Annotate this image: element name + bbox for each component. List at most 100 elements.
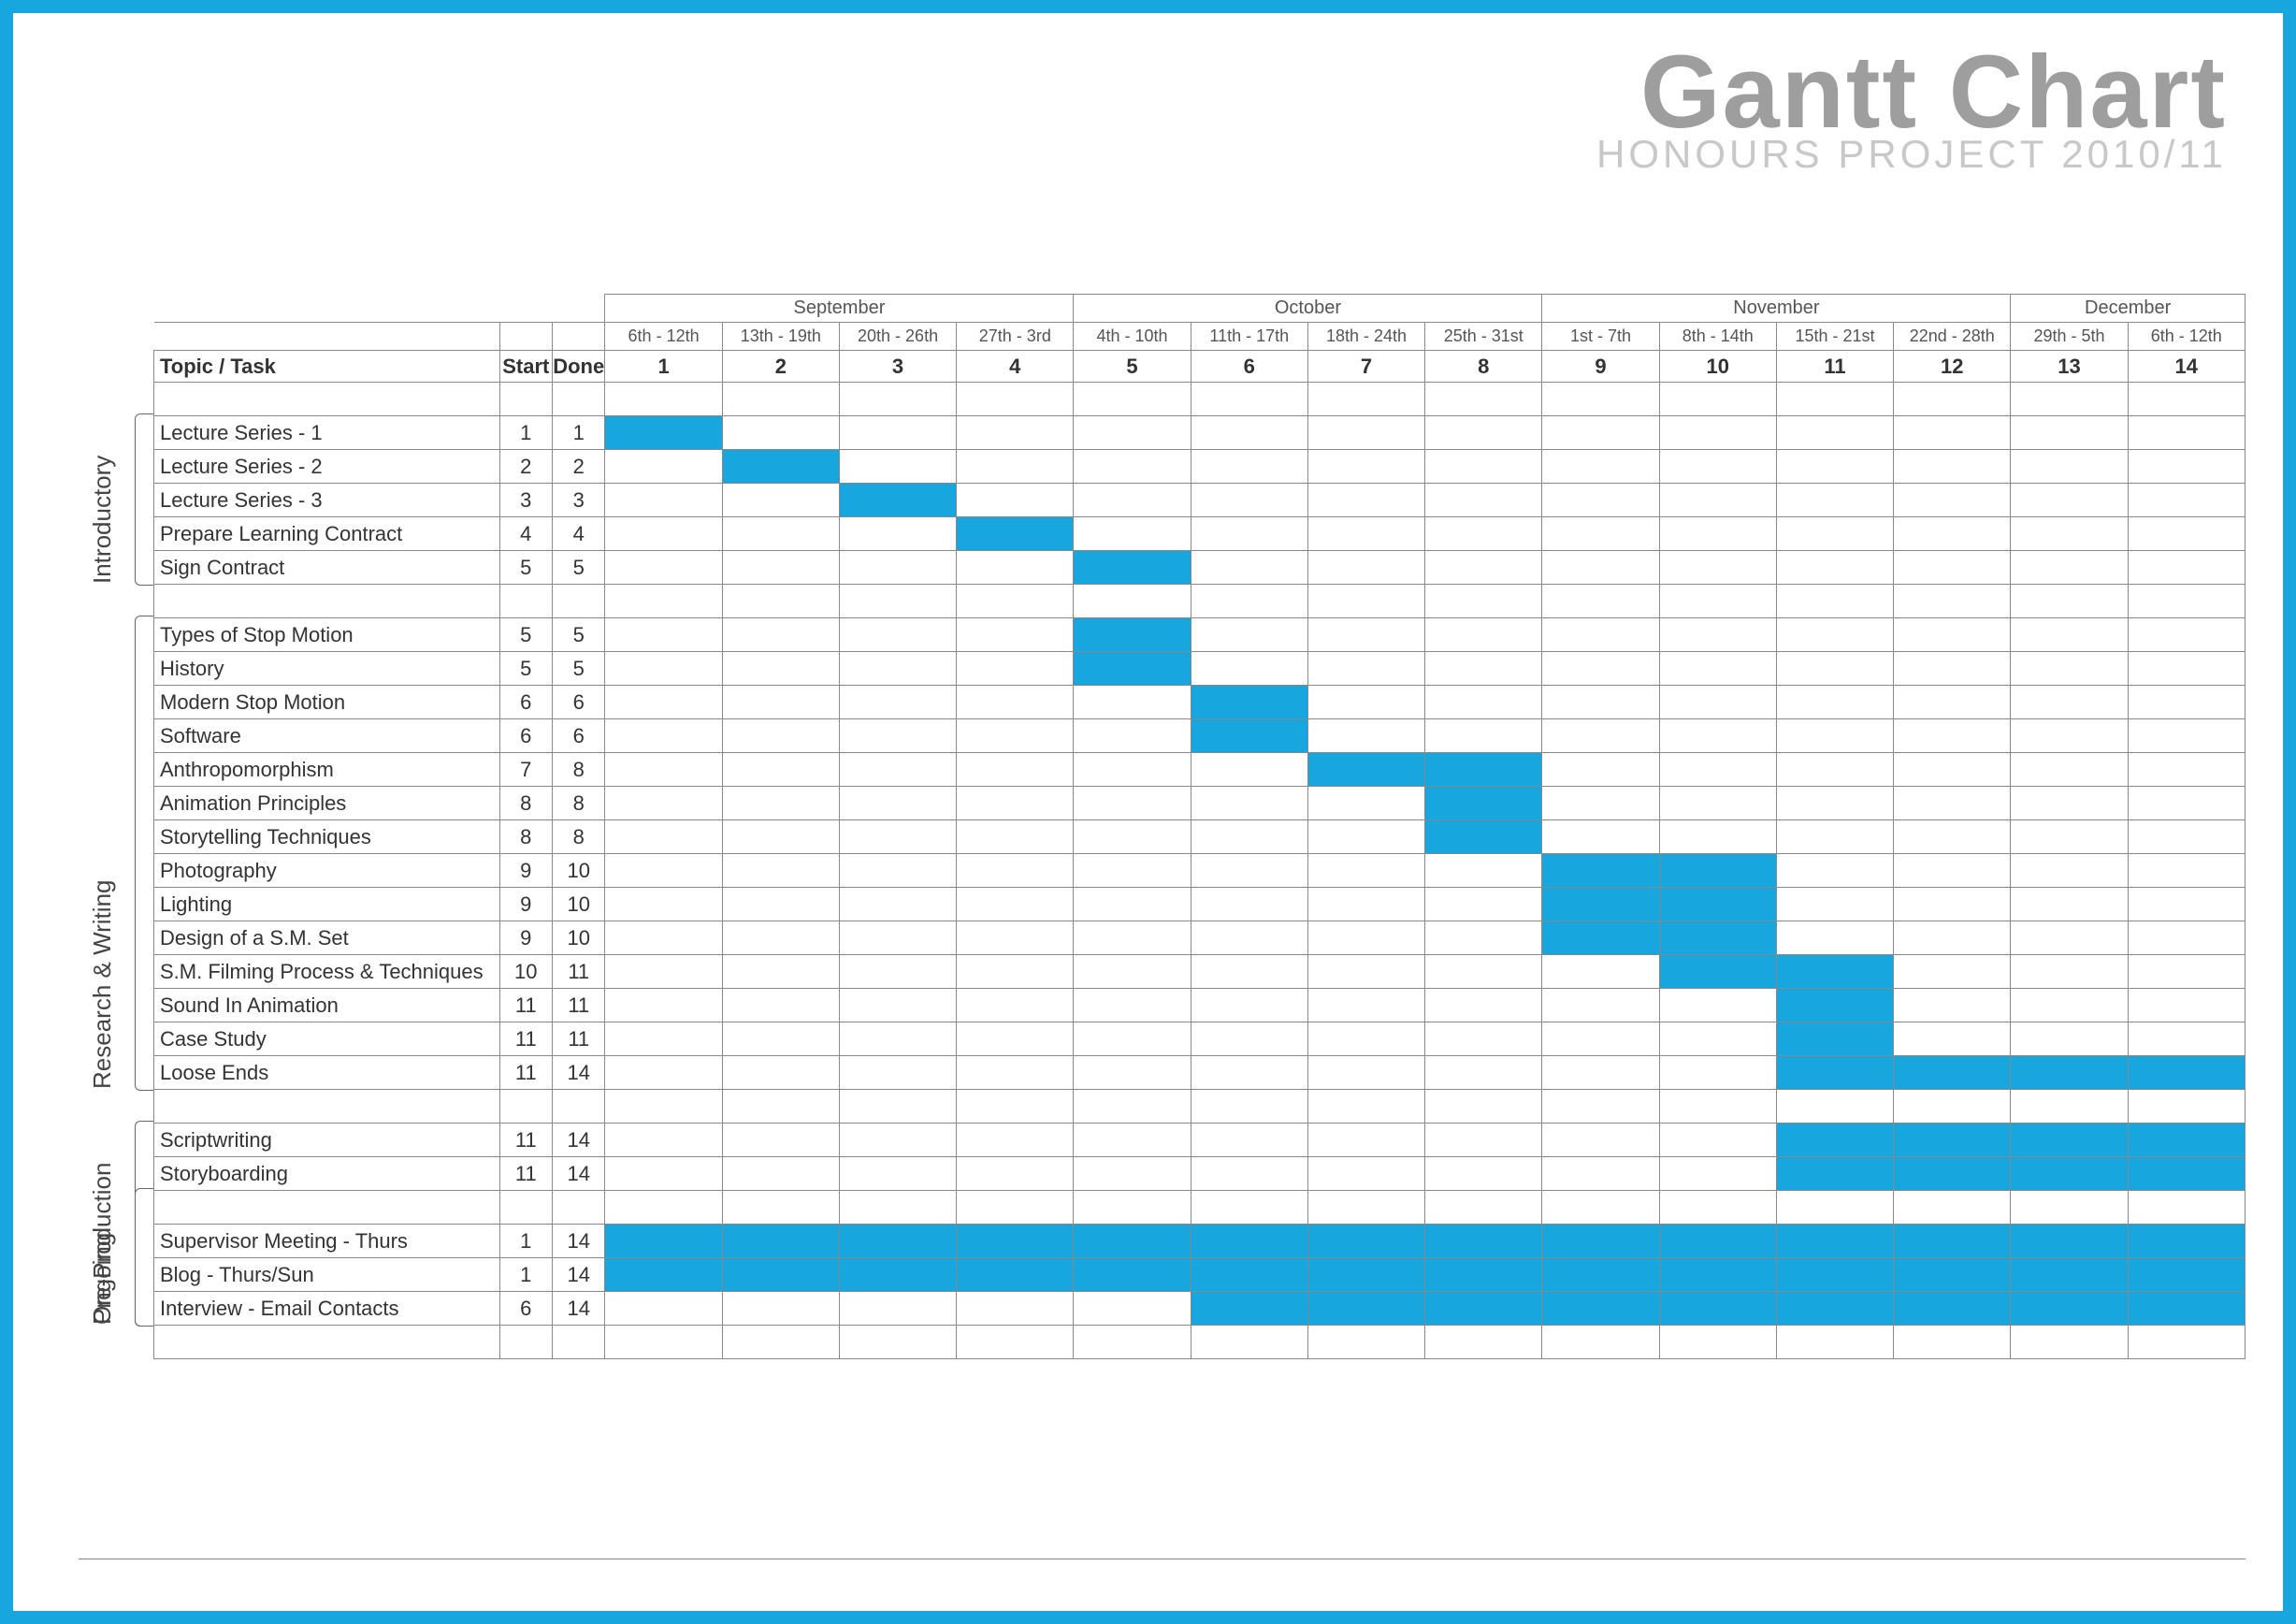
- cell: [957, 383, 1074, 416]
- cell: [1894, 618, 2011, 652]
- cell: [1894, 1191, 2011, 1225]
- cell: [1894, 484, 2011, 517]
- gantt-bar: [1659, 1225, 1776, 1258]
- task-done: 1: [553, 416, 605, 450]
- gantt-bar: [1191, 686, 1307, 719]
- cell: [957, 1326, 1074, 1359]
- cell: [1307, 686, 1424, 719]
- cell: [839, 1090, 956, 1124]
- week-range: 29th - 5th: [2011, 323, 2128, 351]
- cell: [1191, 921, 1307, 955]
- cell: [1425, 854, 1542, 888]
- gantt-bar: [957, 1258, 1074, 1292]
- cell: [957, 618, 1074, 652]
- week-range: 15th - 21st: [1776, 323, 1893, 351]
- cell: [722, 484, 839, 517]
- spacer: [499, 1191, 552, 1225]
- cell: [722, 585, 839, 618]
- cell: [957, 1292, 1074, 1326]
- cell: [1425, 450, 1542, 484]
- cell: [1894, 787, 2011, 820]
- cell: [1776, 383, 1893, 416]
- cell: [1894, 585, 2011, 618]
- cell: [839, 1124, 956, 1157]
- cell: [2128, 753, 2245, 787]
- task-start: 4: [499, 517, 552, 551]
- cell: [839, 888, 956, 921]
- gantt-bar: [839, 1258, 956, 1292]
- cell: [1894, 888, 2011, 921]
- task-name: S.M. Filming Process & Techniques: [154, 955, 500, 989]
- cell: [1074, 517, 1191, 551]
- task-done: 8: [553, 753, 605, 787]
- cell: [1425, 719, 1542, 753]
- cell: [605, 921, 722, 955]
- task-done: 14: [553, 1258, 605, 1292]
- cell: [1776, 1191, 1893, 1225]
- cell: [2011, 888, 2128, 921]
- spacer: [154, 585, 500, 618]
- cell: [1425, 1157, 1542, 1191]
- cell: [605, 989, 722, 1022]
- cell: [1542, 820, 1659, 854]
- cell: [1542, 585, 1659, 618]
- cell: [2128, 416, 2245, 450]
- task-done: 10: [553, 854, 605, 888]
- section-label: Ongoing: [88, 1190, 117, 1325]
- cell: [605, 1292, 722, 1326]
- gantt-bar: [1542, 1225, 1659, 1258]
- spacer: [499, 1326, 552, 1359]
- cell: [1074, 1191, 1191, 1225]
- cell: [1894, 551, 2011, 585]
- task-done: 5: [553, 652, 605, 686]
- cell: [1074, 416, 1191, 450]
- cell: [722, 820, 839, 854]
- cell: [1659, 1157, 1776, 1191]
- cell: [722, 517, 839, 551]
- cell: [2011, 652, 2128, 686]
- cell: [2128, 450, 2245, 484]
- cell: [1074, 719, 1191, 753]
- gantt-bar: [1307, 1225, 1424, 1258]
- cell: [1425, 618, 1542, 652]
- gantt-bar: [2128, 1056, 2245, 1090]
- task-name: Types of Stop Motion: [154, 618, 500, 652]
- cell: [2011, 787, 2128, 820]
- week-range: 22nd - 28th: [1894, 323, 2011, 351]
- cell: [2011, 686, 2128, 719]
- cell: [1191, 618, 1307, 652]
- cell: [1074, 1022, 1191, 1056]
- cell: [1659, 551, 1776, 585]
- cell: [839, 753, 956, 787]
- cell: [2011, 450, 2128, 484]
- cell: [1307, 1090, 1424, 1124]
- cell: [1542, 1326, 1659, 1359]
- gantt-bar: [1894, 1258, 2011, 1292]
- gantt-bar: [1191, 1225, 1307, 1258]
- task-start: 9: [499, 888, 552, 921]
- gantt-bar: [1307, 753, 1424, 787]
- cell: [1307, 955, 1424, 989]
- gantt-bar: [957, 517, 1074, 551]
- cell: [2128, 820, 2245, 854]
- task-done: 6: [553, 719, 605, 753]
- cell: [1894, 450, 2011, 484]
- cell: [1776, 719, 1893, 753]
- cell: [957, 921, 1074, 955]
- gantt-bar: [2128, 1157, 2245, 1191]
- cell: [722, 383, 839, 416]
- cell: [1191, 753, 1307, 787]
- task-start: 1: [499, 1258, 552, 1292]
- cell: [2011, 820, 2128, 854]
- task-start: 7: [499, 753, 552, 787]
- cell: [839, 955, 956, 989]
- gantt-bar: [1542, 1258, 1659, 1292]
- cell: [1425, 1090, 1542, 1124]
- cell: [1191, 450, 1307, 484]
- task-name: Loose Ends: [154, 1056, 500, 1090]
- gantt-bar: [605, 1258, 722, 1292]
- week-range: 27th - 3rd: [957, 323, 1074, 351]
- cell: [2011, 1022, 2128, 1056]
- cell: [839, 517, 956, 551]
- cell: [1191, 1191, 1307, 1225]
